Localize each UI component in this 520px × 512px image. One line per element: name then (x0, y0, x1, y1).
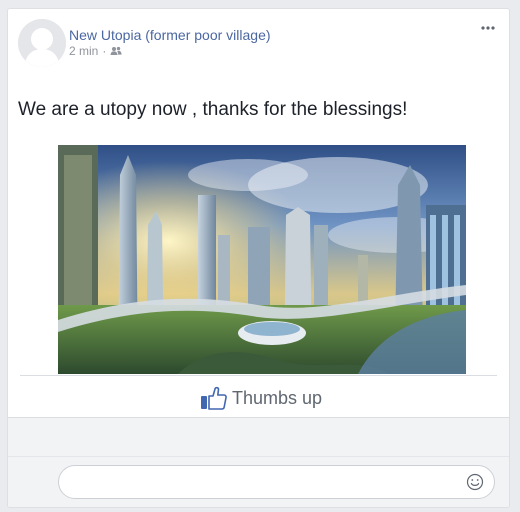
author-name[interactable]: New Utopia (former poor village) (69, 27, 271, 43)
post-card: New Utopia (former poor village) 2 min ·… (7, 8, 510, 508)
thumbs-up-icon (201, 386, 227, 410)
smiley-icon[interactable] (466, 473, 484, 491)
thumbs-up-label: Thumbs up (232, 387, 323, 408)
friends-icon[interactable] (110, 46, 122, 56)
more-options-button[interactable] (479, 21, 497, 35)
post-timestamp[interactable]: 2 min (69, 44, 98, 58)
futuristic-city-image (58, 145, 466, 374)
comment-box[interactable] (58, 465, 495, 499)
comment-input[interactable] (71, 472, 455, 494)
divider (8, 456, 509, 457)
post-header: New Utopia (former poor village) 2 min · (8, 9, 509, 79)
post-image[interactable] (58, 145, 466, 374)
meta-separator: · (102, 44, 107, 58)
avatar[interactable] (18, 19, 66, 67)
divider (20, 375, 497, 376)
post-meta: 2 min · (69, 44, 122, 58)
comment-section (8, 417, 509, 507)
more-options-icon (481, 26, 495, 30)
thumbs-up-button[interactable]: Thumbs up (200, 384, 322, 412)
default-avatar-icon (18, 19, 66, 67)
post-text: We are a utopy now , thanks for the bles… (18, 99, 408, 120)
